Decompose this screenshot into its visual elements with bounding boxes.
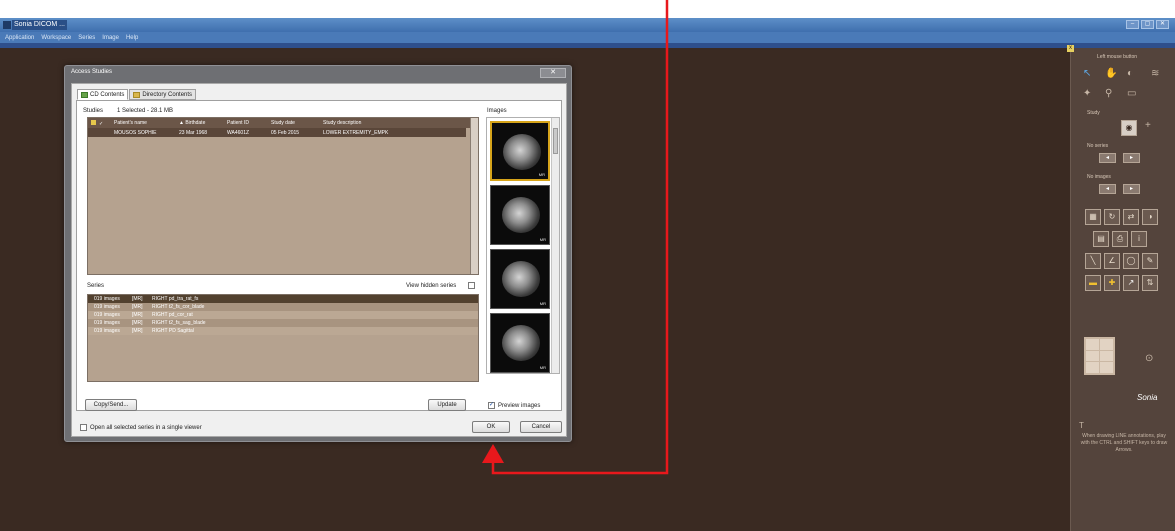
arrow-line bbox=[491, 0, 669, 475]
annotation-arrow bbox=[482, 0, 669, 475]
arrow-head-icon bbox=[482, 444, 504, 463]
